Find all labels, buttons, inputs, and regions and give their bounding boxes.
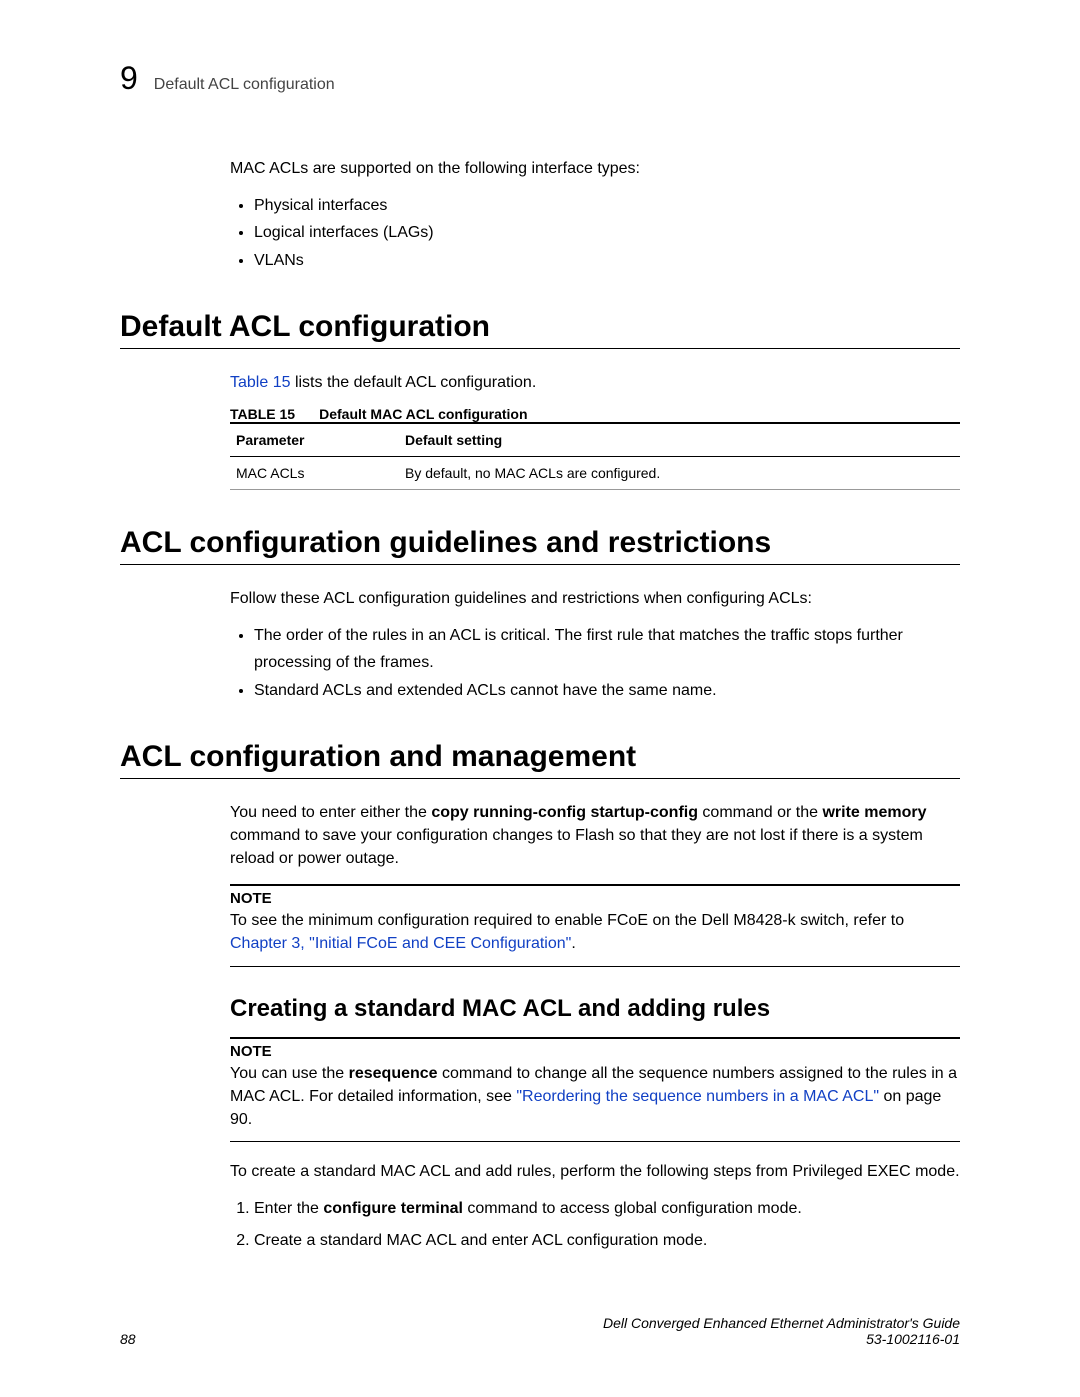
cmd-configure-terminal: configure terminal [323, 1200, 463, 1217]
page-number: 88 [120, 1331, 136, 1347]
intro-bullets: Physical interfaces Logical interfaces (… [254, 192, 960, 274]
note-block: NOTE To see the minimum configuration re… [230, 884, 960, 966]
table-label: TABLE 15 [230, 406, 295, 422]
note-label: NOTE [230, 890, 960, 907]
table-xref-link[interactable]: Table 15 [230, 374, 291, 391]
footer-docnum: 53-1002116-01 [603, 1331, 960, 1347]
section1-para-text: lists the default ACL configuration. [291, 374, 537, 391]
note-text: To see the minimum configuration require… [230, 909, 960, 966]
guidelines-bullets: The order of the rules in an ACL is crit… [254, 622, 960, 704]
list-item: Physical interfaces [254, 192, 960, 219]
note-label: NOTE [230, 1043, 960, 1060]
subsection-heading-creating: Creating a standard MAC ACL and adding r… [230, 995, 960, 1023]
chapter-xref-link[interactable]: Chapter 3, "Initial FCoE and CEE Configu… [230, 935, 571, 952]
list-item: Enter the configure terminal command to … [254, 1195, 960, 1222]
running-title: Default ACL configuration [154, 76, 335, 94]
list-item: Standard ACLs and extended ACLs cannot h… [254, 677, 960, 704]
default-mac-acl-table: Parameter Default setting MAC ACLs By de… [230, 422, 960, 490]
note-block: NOTE You can use the resequence command … [230, 1037, 960, 1143]
table-row: MAC ACLs By default, no MAC ACLs are con… [230, 456, 960, 489]
section3-para1: You need to enter either the copy runnin… [230, 801, 960, 871]
section1-para: Table 15 lists the default ACL configura… [230, 371, 960, 394]
table-header: Default setting [399, 423, 960, 457]
note-text: You can use the resequence command to ch… [230, 1062, 960, 1143]
section2-para: Follow these ACL configuration guideline… [230, 587, 960, 610]
section-heading-guidelines: ACL configuration guidelines and restric… [120, 526, 960, 565]
cmd-copy-running: copy running-config startup-config [431, 804, 698, 821]
steps-list: Enter the configure terminal command to … [254, 1195, 960, 1253]
list-item: VLANs [254, 247, 960, 274]
footer-guide: Dell Converged Enhanced Ethernet Adminis… [603, 1315, 960, 1331]
intro-text: MAC ACLs are supported on the following … [230, 157, 960, 180]
reorder-xref-link[interactable]: "Reordering the sequence numbers in a MA… [516, 1088, 879, 1105]
chapter-number: 9 [120, 60, 138, 97]
table-cell: MAC ACLs [230, 456, 399, 489]
page-footer: 88 Dell Converged Enhanced Ethernet Admi… [120, 1315, 960, 1347]
table-header: Parameter [230, 423, 399, 457]
cmd-write-memory: write memory [822, 804, 926, 821]
list-item: Create a standard MAC ACL and enter ACL … [254, 1227, 960, 1254]
section-heading-management: ACL configuration and management [120, 740, 960, 779]
table-cell: By default, no MAC ACLs are configured. [399, 456, 960, 489]
list-item: The order of the rules in an ACL is crit… [254, 622, 960, 676]
table-caption: TABLE 15 Default MAC ACL configuration [230, 406, 960, 422]
section-heading-default-acl: Default ACL configuration [120, 310, 960, 349]
page-header: 9 Default ACL configuration [120, 60, 960, 97]
cmd-resequence: resequence [349, 1065, 438, 1082]
subsection-para: To create a standard MAC ACL and add rul… [230, 1160, 960, 1183]
list-item: Logical interfaces (LAGs) [254, 219, 960, 246]
table-title: Default MAC ACL configuration [319, 406, 527, 422]
